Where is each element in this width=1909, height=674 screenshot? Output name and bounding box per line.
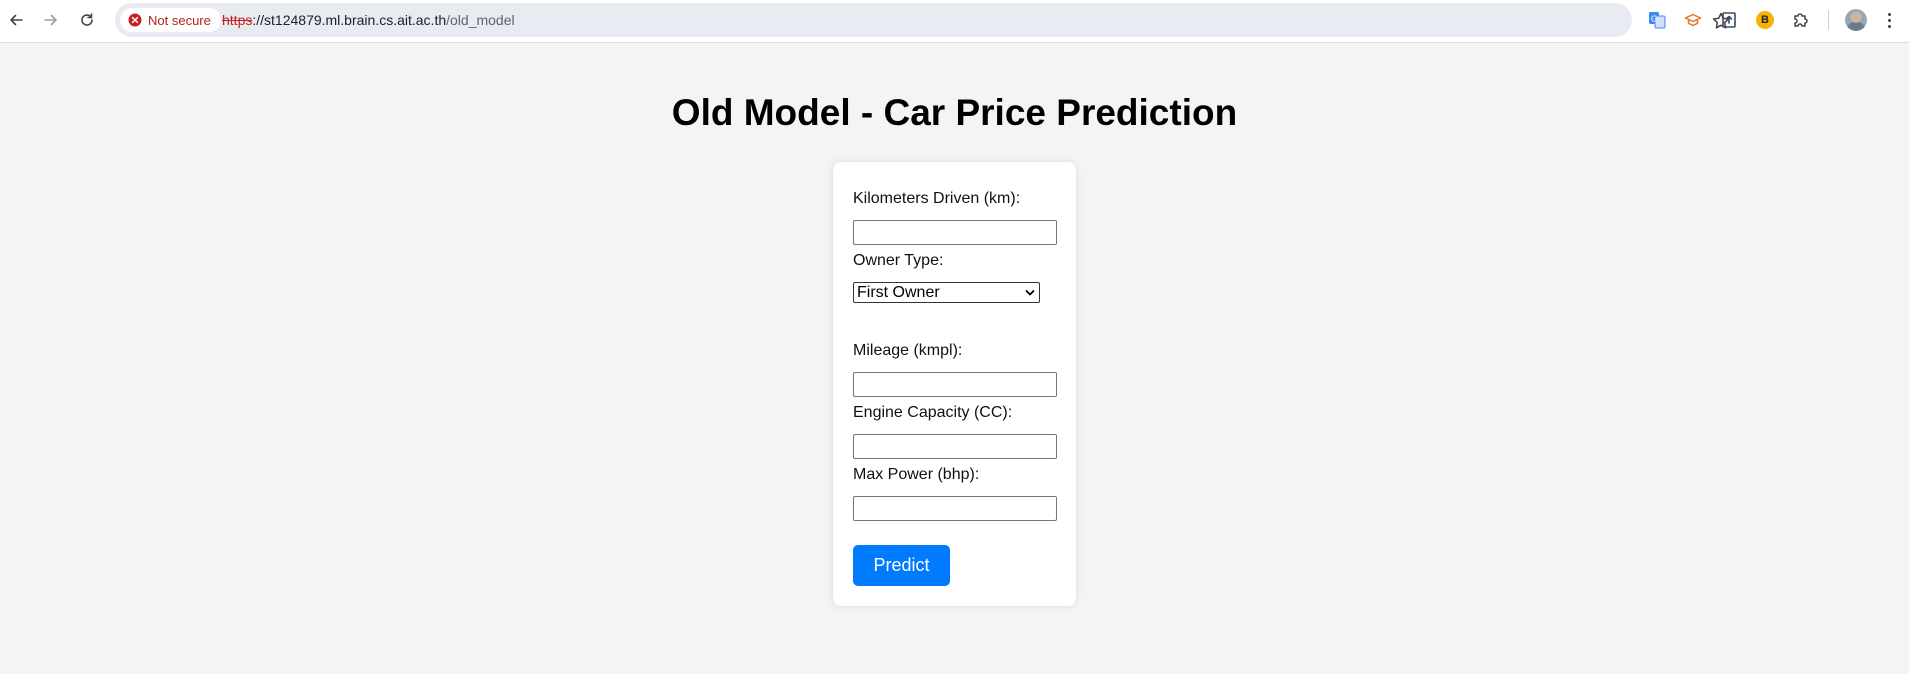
puzzle-icon [1794,13,1808,27]
url-path: /old_model [446,12,515,28]
owner-type-label: Owner Type: [853,252,944,269]
predict-button[interactable]: Predict [853,545,950,586]
translate-icon: G [1649,12,1666,29]
page-title: Old Model - Car Price Prediction [671,92,1238,133]
arrow-right-icon [44,14,57,26]
prediction-form: Kilometers Driven (km): Owner Type: Firs… [833,162,1076,606]
owner-type-selected: First Owner [857,283,940,301]
max-power-label: Max Power (bhp): [853,466,980,483]
km-driven-input[interactable] [853,220,1057,245]
extensions-button[interactable] [1790,9,1812,31]
browser-menu-button[interactable] [1884,9,1894,31]
profile-avatar[interactable] [1845,9,1867,31]
owner-type-select[interactable]: First Owner [853,282,1040,303]
back-button[interactable] [6,8,26,32]
svg-text:G: G [1651,15,1657,24]
engine-capacity-label: Engine Capacity (CC): [853,404,1013,421]
translate-extension-button[interactable]: G [1646,9,1668,31]
toolbar-divider [1828,10,1829,30]
mileage-label: Mileage (kmpl): [853,342,963,359]
km-driven-label: Kilometers Driven (km): [853,190,1021,207]
graduation-cap-icon [1684,13,1702,27]
address-bar[interactable]: Not secure https://st124879.ml.brain.cs.… [115,3,1730,37]
max-power-input[interactable] [853,496,1057,521]
reload-button[interactable] [77,8,97,32]
not-secure-chip[interactable]: Not secure [120,8,221,32]
upload-extension-button[interactable] [1718,9,1740,31]
menu-dot-icon [1887,24,1891,28]
url-host: ://st124879.ml.brain.cs.ait.ac.th [252,12,447,28]
reload-icon [81,13,93,26]
arrow-left-icon [10,14,23,26]
menu-dot-icon [1887,12,1891,16]
not-secure-label: Not secure [148,12,211,28]
url-scheme: https [222,12,253,28]
b-badge-icon: B [1756,11,1774,29]
engine-capacity-input[interactable] [853,434,1057,459]
chevron-down-icon [1025,290,1035,296]
mileage-input[interactable] [853,372,1057,397]
warning-circle-icon [128,13,142,27]
menu-dot-icon [1887,18,1891,22]
scholar-extension-button[interactable] [1682,9,1704,31]
upload-box-icon [1722,12,1736,28]
b-extension-button[interactable]: B [1754,9,1776,31]
url-text[interactable]: https://st124879.ml.brain.cs.ait.ac.th/o… [222,12,515,28]
forward-button[interactable] [41,8,61,32]
browser-toolbar: Not secure https://st124879.ml.brain.cs.… [0,0,1909,43]
